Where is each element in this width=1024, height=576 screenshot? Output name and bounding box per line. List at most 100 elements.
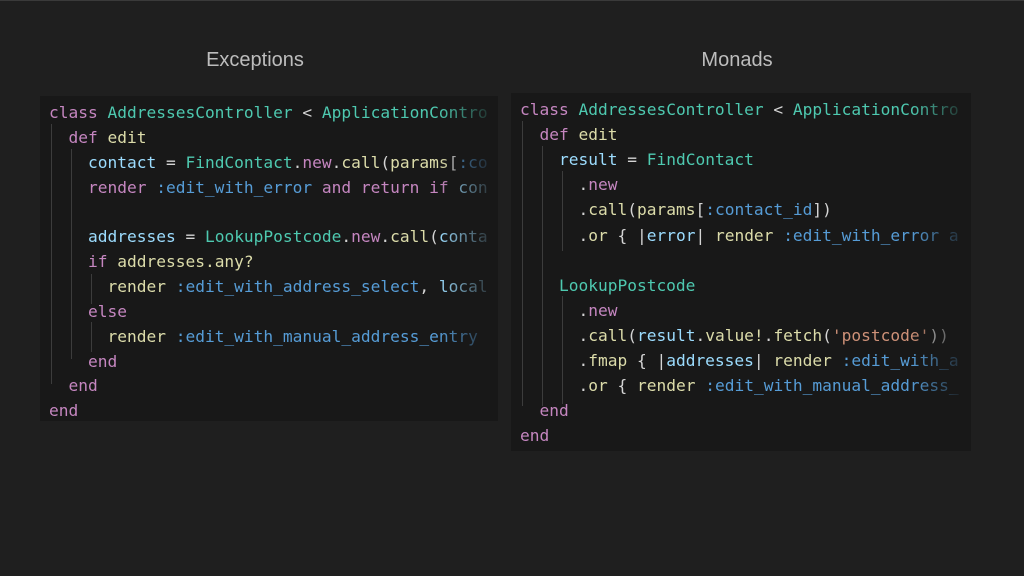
code-token: def	[49, 127, 108, 147]
code-line: render :edit_with_address_select, local	[49, 276, 488, 298]
code-token: (	[822, 325, 832, 345]
code-token: .	[695, 325, 706, 345]
code-token: .	[520, 300, 589, 320]
code-token: (	[627, 200, 637, 220]
code-token: =	[175, 227, 205, 247]
code-token: render	[49, 177, 157, 197]
code-token: [	[695, 200, 706, 220]
code-token: :edit_with_error	[156, 177, 322, 197]
code-token: AddressesController	[107, 103, 293, 122]
code-token: FindContact	[646, 150, 754, 170]
code-token: .	[292, 152, 303, 172]
code-token: conta	[438, 227, 488, 247]
code-token: {	[607, 376, 637, 396]
code-token: .	[520, 351, 589, 370]
code-token: render	[49, 276, 176, 296]
code-token: .	[763, 325, 774, 345]
code-token: fmap	[588, 351, 628, 370]
code-token: end	[520, 401, 569, 421]
code-token: =	[617, 150, 647, 170]
code-token: [	[448, 152, 459, 172]
code-line: .new	[520, 300, 617, 322]
code-token: ,	[419, 276, 439, 296]
code-token: (	[429, 227, 439, 247]
code-token: new	[588, 300, 618, 320]
code-line: contact = FindContact.new.call(params[:c…	[49, 152, 488, 174]
code-token: new	[588, 175, 618, 195]
code-token: addresses	[49, 227, 176, 247]
code-token: end	[49, 401, 79, 421]
code-token: class	[520, 100, 579, 119]
code-token: result	[520, 150, 618, 170]
code-token: con	[458, 177, 488, 197]
code-token: def	[520, 125, 579, 145]
code-token: (	[380, 152, 391, 172]
code-token: :co	[458, 152, 488, 172]
code-token: result	[636, 325, 696, 345]
code-token: (	[627, 325, 637, 345]
code-token: or	[588, 376, 608, 396]
code-line: if addresses.any?	[49, 251, 254, 273]
code-token: ApplicationContro	[321, 103, 488, 122]
code-token: or	[588, 225, 608, 245]
code-line: .new	[520, 174, 617, 196]
code-line: end	[49, 351, 117, 373]
code-token: edit	[107, 127, 147, 147]
code-token: .	[520, 175, 589, 195]
code-token: :edit_with_manual_address_	[705, 376, 959, 396]
code-token: |	[753, 351, 774, 370]
monads-code-block: class AddressesController < ApplicationC…	[511, 93, 971, 451]
code-token: LookupPostcode	[520, 275, 696, 295]
code-token: value!	[705, 325, 764, 345]
exceptions-title: Exceptions	[206, 49, 304, 71]
code-token: else	[49, 301, 127, 321]
code-token: :contact_id	[705, 200, 813, 220]
code-line: result = FindContact	[520, 149, 754, 171]
slide: Exceptions Monads class AddressesControl…	[0, 0, 1024, 576]
code-line: end	[49, 375, 97, 397]
code-token: =	[156, 152, 186, 172]
code-token: error	[646, 225, 696, 245]
code-token: :edit_with_address_select	[175, 276, 420, 296]
code-token: ))	[929, 325, 949, 345]
code-token: local	[438, 276, 488, 296]
code-line: class AddressesController < ApplicationC…	[520, 99, 959, 121]
code-line: LookupPostcode	[520, 275, 695, 297]
code-token: render	[636, 376, 706, 396]
code-line: render :edit_with_error and return if co…	[49, 177, 488, 199]
code-token: render	[49, 326, 176, 346]
code-token: .	[520, 376, 589, 396]
code-line: end	[520, 425, 549, 447]
code-token: call	[588, 325, 628, 345]
code-token: end	[520, 426, 550, 446]
code-token: edit	[578, 125, 618, 145]
code-token: new	[302, 152, 332, 172]
code-line: render :edit_with_manual_address_entry	[49, 326, 478, 348]
code-line: class AddressesController < ApplicationC…	[49, 102, 488, 124]
code-token: .	[380, 227, 391, 247]
code-line: .fmap { |addresses| render :edit_with_a	[520, 350, 959, 372]
code-token: <	[292, 103, 322, 122]
code-token: { |	[607, 225, 647, 245]
code-token: .	[341, 227, 352, 247]
fade-overlay	[911, 93, 971, 451]
exceptions-code-block: class AddressesController < ApplicationC…	[40, 96, 498, 421]
code-token: call	[588, 200, 628, 220]
code-token: ])	[812, 200, 832, 220]
code-token: :edit_with_manual_address_entry	[175, 326, 478, 346]
code-line: def edit	[520, 124, 617, 146]
code-line: end	[49, 400, 78, 421]
fade-overlay	[438, 96, 498, 421]
code-token: :edit_with_a	[841, 351, 959, 370]
code-token: addresses.any?	[117, 252, 254, 272]
code-token: render	[714, 225, 784, 245]
code-token: { |	[627, 351, 667, 370]
code-token: call	[341, 152, 381, 172]
code-token: |	[695, 225, 715, 245]
code-token: if	[49, 252, 118, 272]
code-token: LookupPostcode	[204, 227, 342, 247]
code-token: 'postcode'	[831, 325, 930, 345]
code-token: params	[636, 200, 696, 220]
code-token: end	[49, 351, 118, 371]
code-token: class	[49, 103, 108, 122]
